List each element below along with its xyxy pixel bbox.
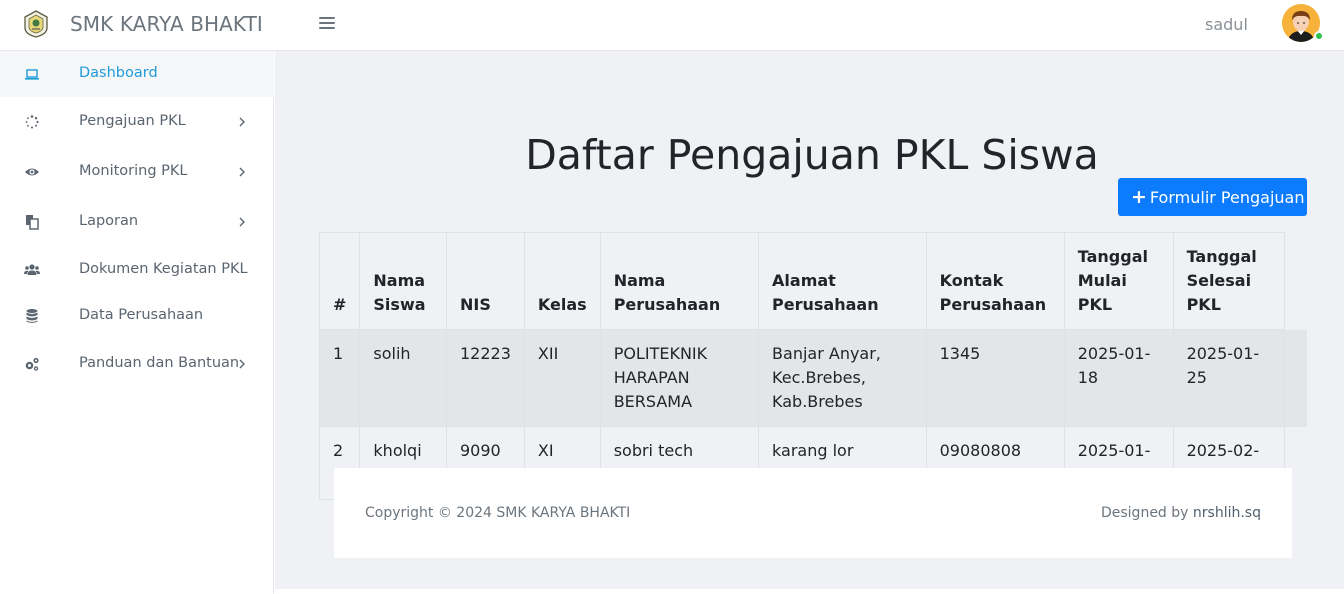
designer-link[interactable]: nrshlih.sq <box>1193 505 1261 521</box>
chevron-right-icon <box>239 217 245 227</box>
column-header: NIS <box>446 232 525 330</box>
sidebar-item-label: Data Perusahaan <box>79 307 204 323</box>
school-logo-icon[interactable] <box>23 10 49 38</box>
table-cell: 2025-01-25 <box>1172 329 1285 427</box>
sidebar-item-label: Dokumen Kegiatan PKL <box>79 261 248 277</box>
spinner-icon <box>25 115 39 129</box>
table-cell: POLITEKNIK HARAPAN BERSAMA <box>599 329 760 427</box>
sidebar-item-laporan[interactable]: Laporan <box>0 199 274 245</box>
plus-icon: + <box>1131 186 1147 208</box>
table-row[interactable]: 1 solih 12223 XII POLITEKNIK HARAPAN BER… <box>318 329 1307 427</box>
chevron-right-icon <box>239 117 245 127</box>
column-header: # <box>318 232 361 330</box>
table-cell: 1345 <box>925 329 1065 427</box>
designed-by-prefix: Designed by <box>1100 505 1189 521</box>
online-status-indicator <box>1314 31 1324 41</box>
sidebar-item-dokumen-kegiatan-pkl[interactable]: Dokumen Kegiatan PKL <box>0 247 274 293</box>
formulir-pengajuan-button[interactable]: + Formulir Pengajuan <box>1118 178 1307 216</box>
page-title: Daftar Pengajuan PKL Siswa <box>525 131 1099 179</box>
sidebar: Dashboard Pengajuan PKL Monitoring PKL L… <box>0 51 274 594</box>
sidebar-item-pengajuan-pkl[interactable]: Pengajuan PKL <box>0 99 274 145</box>
sidebar-item-dashboard[interactable]: Dashboard <box>0 51 274 97</box>
sidebar-item-label: Pengajuan PKL <box>79 113 186 129</box>
sidebar-item-panduan-dan-bantuan[interactable]: Panduan dan Bantuan <box>0 341 274 387</box>
menu-toggle-icon[interactable] <box>319 17 335 31</box>
gears-icon <box>25 357 39 371</box>
footer: Copyright © 2024 SMK KARYA BHAKTI Design… <box>334 468 1292 558</box>
sidebar-item-monitoring-pkl[interactable]: Monitoring PKL <box>0 149 274 195</box>
chevron-right-icon <box>239 167 245 177</box>
top-navbar: SMK KARYA BHAKTI sadul <box>0 0 1344 51</box>
table-filler <box>1284 329 1307 427</box>
user-name[interactable]: sadul <box>1205 15 1248 34</box>
copyright-text: Copyright © 2024 SMK KARYA BHAKTI <box>365 505 631 521</box>
table-cell: 1 <box>318 329 361 427</box>
table-cell: XII <box>523 329 601 427</box>
table-cell: solih <box>359 329 447 427</box>
table-cell: 12223 <box>446 329 525 427</box>
column-header: Kelas <box>523 232 601 330</box>
users-icon <box>24 264 40 275</box>
column-header: Nama Siswa <box>359 232 447 330</box>
formulir-pengajuan-label: Formulir Pengajuan <box>1149 188 1305 207</box>
column-header: Kontak Perusahaan <box>925 232 1065 330</box>
table-cell: Banjar Anyar, Kec.Brebes, Kab.Brebes <box>758 329 927 427</box>
table-header-row: # Nama Siswa NIS Kelas Nama Perusahaan A… <box>318 232 1307 330</box>
column-header: Alamat Perusahaan <box>758 232 927 330</box>
column-header: Tanggal Selesai PKL <box>1172 232 1285 330</box>
sidebar-item-label: Laporan <box>79 213 139 229</box>
column-header: Tanggal Mulai PKL <box>1063 232 1174 330</box>
documents-icon <box>26 215 39 230</box>
laptop-icon <box>25 69 39 80</box>
brand-title[interactable]: SMK KARYA BHAKTI <box>70 12 263 36</box>
eye-icon <box>25 168 39 176</box>
sidebar-item-data-perusahaan[interactable]: Data Perusahaan <box>0 293 274 339</box>
column-header: Nama Perusahaan <box>599 232 760 330</box>
designed-by-text: Designed by nrshlih.sq <box>1101 505 1261 521</box>
chevron-right-icon <box>239 359 245 369</box>
database-icon <box>26 309 38 323</box>
sidebar-item-label: Panduan dan Bantuan <box>79 355 240 371</box>
sidebar-item-label: Monitoring PKL <box>79 163 188 179</box>
main-content: Daftar Pengajuan PKL Siswa + Formulir Pen… <box>275 51 1344 589</box>
table-cell: 2025-01-18 <box>1063 329 1174 427</box>
pengajuan-table: # Nama Siswa NIS Kelas Nama Perusahaan A… <box>318 232 1307 500</box>
sidebar-item-label: Dashboard <box>79 65 158 81</box>
table-filler <box>1284 232 1307 330</box>
